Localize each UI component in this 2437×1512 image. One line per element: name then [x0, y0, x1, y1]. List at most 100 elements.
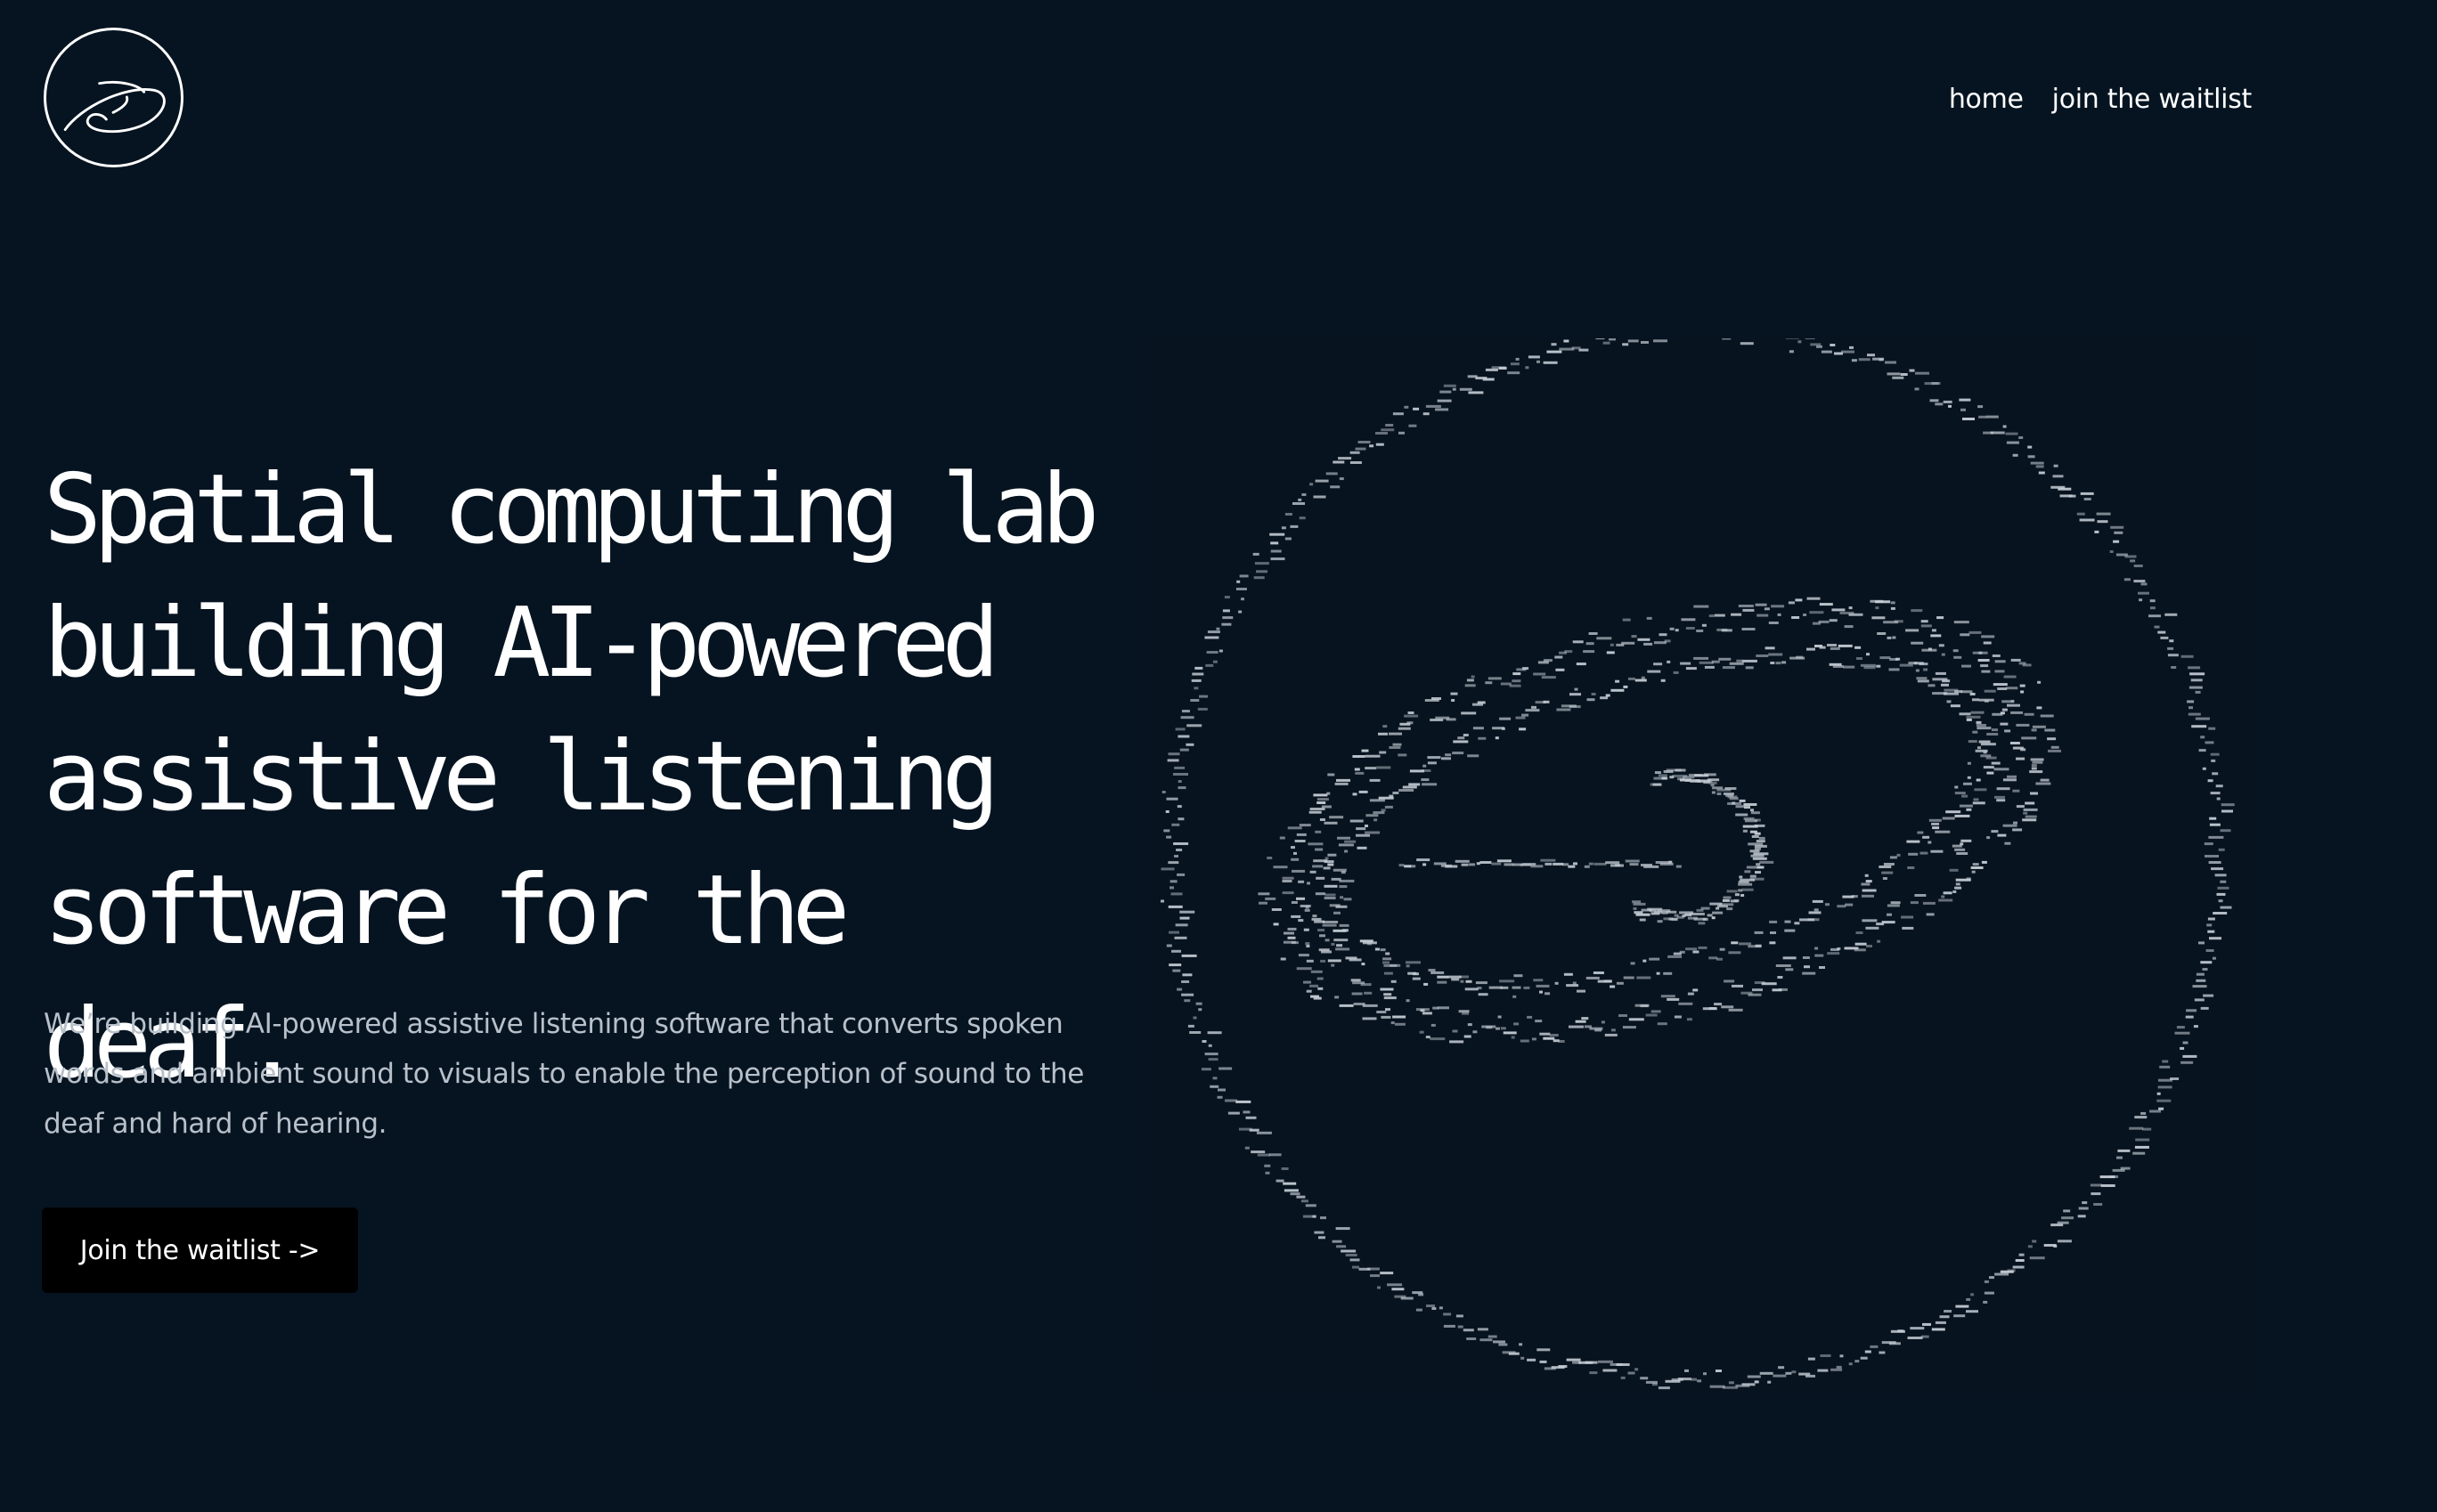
ascii-dash: [1755, 603, 1767, 606]
ascii-dash: [1487, 1335, 1497, 1338]
ascii-dash: [2167, 646, 2174, 650]
ascii-dash: [2018, 436, 2024, 439]
ascii-dash: [1941, 895, 1945, 898]
ascii-dash: [1457, 736, 1465, 740]
ascii-dash: [1842, 895, 1854, 898]
ascii-dash: [1385, 424, 1394, 427]
ascii-dash: [1564, 650, 1573, 654]
ascii-dash: [1181, 954, 1197, 957]
ascii-dash: [2047, 737, 2057, 741]
ascii-dash: [1770, 931, 1776, 934]
ascii-dash: [1581, 1017, 1589, 1020]
ascii-dash: [1496, 1027, 1500, 1030]
ascii-dash: [1375, 443, 1384, 446]
ascii-dash: [2032, 725, 2046, 728]
ascii-dash: [1922, 835, 1930, 839]
ascii-dash: [1472, 727, 1484, 730]
ascii-dash: [1781, 661, 1787, 664]
ascii-dash: [1806, 647, 1815, 651]
ascii-dash: [1270, 557, 1285, 561]
ascii-dash: [1876, 923, 1885, 926]
logo[interactable]: [44, 28, 183, 167]
ascii-dash: [1398, 789, 1414, 792]
ascii-dash: [1675, 629, 1679, 632]
ascii-dash: [1389, 746, 1401, 749]
ascii-dash: [1207, 630, 1220, 634]
ascii-dash: [2188, 666, 2201, 670]
ascii-dash: [1919, 851, 1928, 855]
ascii-dash: [1569, 1025, 1584, 1028]
ascii-dash: [1443, 384, 1456, 387]
ascii-dash: [1968, 630, 1982, 634]
ascii-dash: [1799, 918, 1814, 922]
ascii-dash: [2010, 711, 2024, 714]
ascii-dash: [1335, 1227, 1350, 1231]
ascii-dash: [1218, 649, 1223, 653]
ascii-dash: [1265, 1171, 1270, 1175]
ascii-dash: [1802, 971, 1816, 975]
ascii-dash: [1782, 956, 1797, 960]
ascii-dash: [1345, 1254, 1357, 1256]
landing-page: home join the waitlist Spatial computing…: [0, 0, 2437, 1512]
ascii-dash: [1543, 361, 1558, 364]
ascii-dash: [1478, 993, 1488, 996]
ascii-dash: [1324, 897, 1336, 899]
ascii-dash: [1306, 989, 1312, 993]
ascii-dash: [1895, 657, 1901, 661]
ascii-dash: [1649, 957, 1660, 961]
ascii-dash: [1344, 840, 1357, 843]
ascii-dash: [1515, 716, 1526, 719]
ascii-dash: [1271, 908, 1282, 911]
ascii-dash: [2035, 782, 2051, 785]
ascii-dash: [1935, 402, 1944, 406]
join-waitlist-button[interactable]: Join the waitlist ->: [42, 1207, 358, 1293]
ascii-dash: [1977, 746, 1981, 750]
ascii-dash: [1338, 457, 1352, 460]
ascii-dash: [1710, 784, 1715, 787]
ascii-dash: [1392, 412, 1404, 416]
ascii-dash: [1178, 817, 1185, 821]
ascii-dash: [1161, 791, 1166, 793]
ascii-dash: [1722, 338, 1732, 340]
ascii-dash: [1337, 836, 1350, 840]
ascii-dash: [1970, 866, 1984, 869]
ascii-dash: [1430, 1037, 1446, 1041]
ascii-dash: [1335, 947, 1350, 951]
ascii-dash: [1887, 913, 1892, 916]
ascii-dash: [1309, 870, 1316, 874]
ascii-dash: [1697, 1379, 1702, 1383]
ascii-dash: [1333, 911, 1341, 915]
ascii-dash: [1754, 1380, 1759, 1384]
ascii-dash: [1609, 338, 1616, 341]
ascii-dash: [1235, 1100, 1251, 1103]
ascii-dash: [1914, 387, 1919, 391]
ascii-dash: [1966, 1310, 1978, 1313]
ascii-dash: [1224, 596, 1230, 599]
ascii-dash: [2003, 675, 2017, 679]
ascii-dash: [1879, 866, 1892, 868]
ascii-dash: [1319, 818, 1325, 821]
nav-link-join-waitlist[interactable]: join the waitlist: [2052, 78, 2253, 121]
ascii-dash: [1179, 916, 1190, 920]
ascii-dash: [1816, 345, 1822, 348]
ascii-dash: [1461, 863, 1469, 866]
ascii-dash: [1392, 743, 1402, 746]
ascii-dash: [1797, 340, 1802, 344]
ascii-dash: [1408, 783, 1421, 786]
ascii-dash: [1380, 988, 1394, 991]
ascii-dash: [2002, 824, 2017, 827]
ascii-dash: [1591, 693, 1596, 695]
ascii-dash: [1315, 848, 1324, 851]
ascii-dash: [1264, 1164, 1271, 1167]
ascii-dash: [1941, 683, 1949, 687]
ascii-dash: [2186, 1009, 2197, 1012]
ascii-dash: [1960, 408, 1966, 411]
nav-link-home[interactable]: home: [1949, 78, 2024, 121]
ascii-dash: [1535, 1020, 1543, 1023]
ascii-dash: [1622, 618, 1631, 622]
ascii-dash: [1389, 732, 1402, 736]
ascii-dash: [2196, 972, 2205, 976]
ascii-dash: [1218, 1088, 1226, 1092]
ascii-dash: [1498, 367, 1507, 370]
ascii-dash: [2182, 1041, 2188, 1045]
